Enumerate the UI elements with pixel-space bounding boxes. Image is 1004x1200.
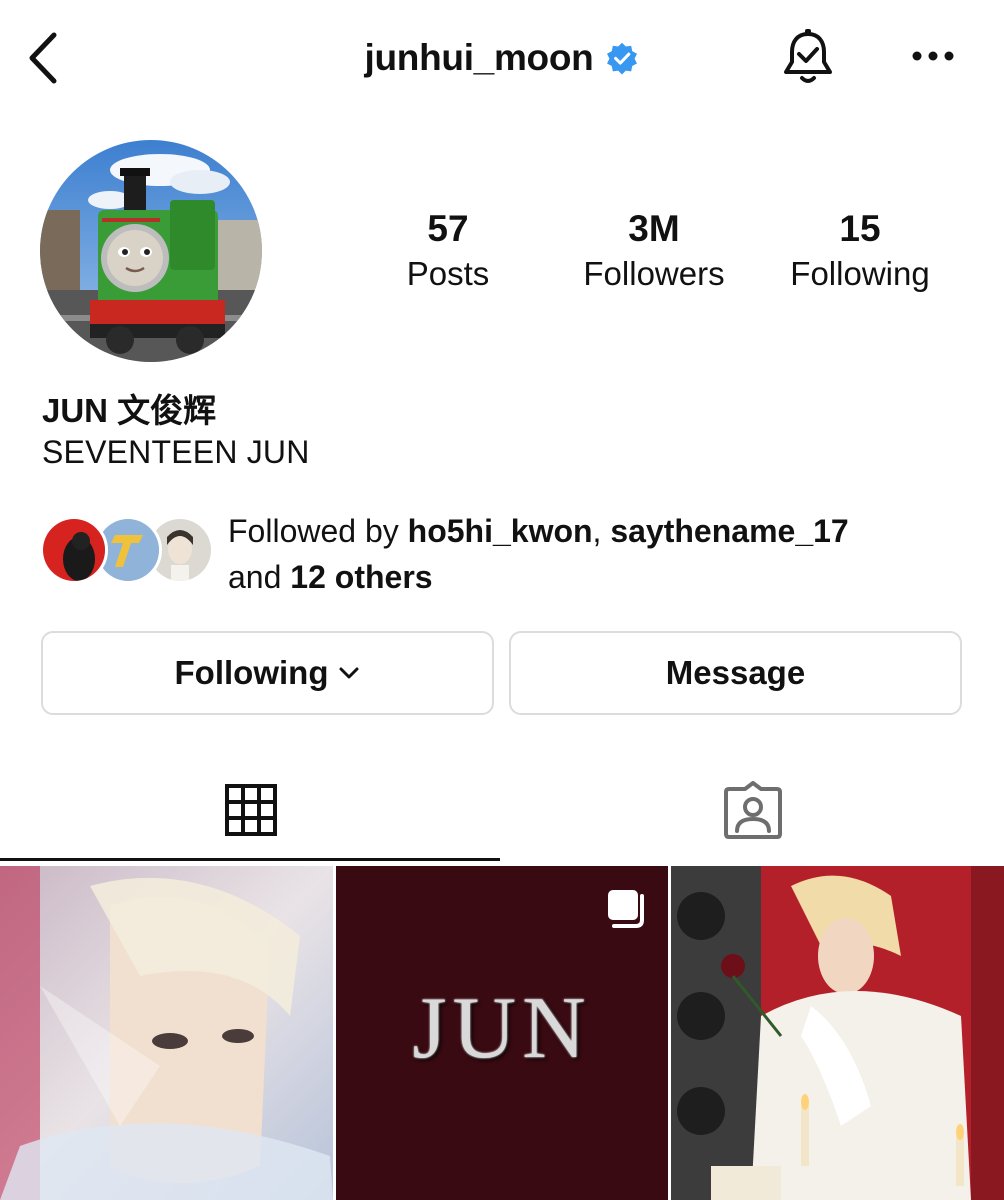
followed-by-separator: , [592, 513, 611, 549]
followed-by-and: and [228, 559, 291, 595]
post-2-title: JUN [412, 980, 592, 1077]
post-1-image [0, 866, 333, 1200]
followed-by-text[interactable]: Followed by ho5hi_kwon, saythename_17 an… [228, 508, 988, 600]
display-name: JUN 文俊辉 [42, 392, 217, 429]
profile-avatar[interactable] [40, 140, 262, 362]
mutual-username-1[interactable]: ho5hi_kwon [408, 513, 593, 549]
post-thumbnail[interactable]: JUN [336, 866, 668, 1200]
bio-text: SEVENTEEN JUN [42, 434, 310, 470]
following-label: Following [790, 255, 930, 292]
notification-bell-icon [784, 29, 832, 83]
active-tab-indicator [0, 858, 500, 861]
followers-count: 3M [628, 208, 680, 249]
message-button[interactable]: Message [509, 631, 962, 715]
more-options-icon [912, 51, 954, 61]
following-count: 15 [839, 208, 881, 249]
mutual-username-2[interactable]: saythename_17 [610, 513, 848, 549]
following-button[interactable]: Following [41, 631, 494, 715]
tab-posts-grid[interactable] [0, 760, 502, 860]
mutual-others-count[interactable]: 12 others [290, 559, 432, 595]
following-button-label: Following [174, 654, 329, 691]
stat-followers[interactable]: 3M Followers [564, 206, 744, 296]
thomas-train-avatar [40, 140, 262, 362]
followers-label: Followers [583, 255, 725, 292]
carousel-multiple-icon [608, 890, 644, 928]
post-thumbnail[interactable] [671, 866, 1004, 1200]
message-button-label: Message [665, 654, 806, 691]
stat-posts[interactable]: 57 Posts [358, 206, 538, 296]
more-options-button[interactable] [906, 34, 960, 78]
notifications-button[interactable] [778, 26, 838, 90]
mutual-avatar-1-image [43, 519, 105, 581]
tagged-icon [724, 781, 782, 839]
grid-icon [225, 784, 277, 836]
header-title: junhui_moon [0, 30, 1004, 86]
verified-badge-icon [607, 42, 638, 75]
post-thumbnail[interactable] [0, 866, 333, 1200]
chevron-down-icon [339, 667, 359, 679]
posts-count: 57 [427, 208, 469, 249]
username-title: junhui_moon [364, 37, 594, 78]
post-3-image [671, 866, 1004, 1200]
tab-tagged[interactable] [502, 760, 1004, 860]
stat-following[interactable]: 15 Following [770, 206, 950, 296]
mutual-follower-avatar[interactable] [40, 516, 108, 584]
posts-label: Posts [406, 255, 490, 292]
followed-by-prefix: Followed by [228, 513, 408, 549]
